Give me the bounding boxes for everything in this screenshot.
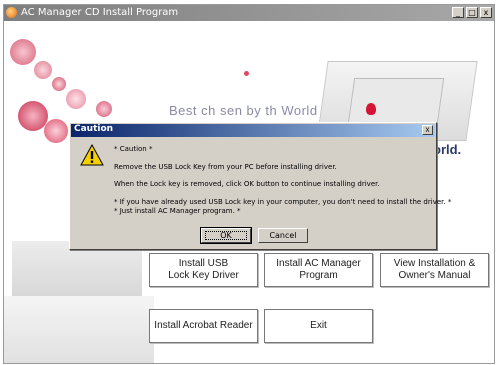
cancel-button[interactable]: Cancel [258, 228, 308, 243]
tagline: Best ch sen by th World [169, 103, 318, 118]
blossom-decoration [10, 39, 36, 65]
dialog-message-just-install: * Just install AC Manager program. * [114, 207, 241, 215]
blossom-decoration [96, 101, 112, 117]
blossom-decoration [34, 61, 52, 79]
dialog-message-note: * If you have already used USB Lock key … [114, 198, 452, 206]
floor-image [4, 296, 154, 363]
dialog-title: Caution [74, 124, 114, 134]
maximize-button[interactable]: □ [466, 7, 478, 18]
blossom-decoration [52, 77, 66, 91]
install-ac-manager-button[interactable]: Install AC Manager Program [264, 253, 373, 287]
caution-dialog: Caution x * Caution * Remove the USB Loc… [69, 122, 451, 250]
install-usb-driver-button[interactable]: Install USB Lock Key Driver [149, 253, 258, 287]
blossom-decoration [18, 101, 48, 131]
window-title: AC Manager CD Install Program [21, 7, 179, 18]
blossom-decoration [244, 71, 249, 76]
warning-icon [80, 144, 104, 166]
window-titlebar[interactable]: AC Manager CD Install Program _ □ x [4, 5, 494, 21]
dialog-close-button[interactable]: x [422, 125, 433, 135]
focus-indicator [205, 231, 247, 240]
close-button[interactable]: x [480, 7, 492, 18]
minimize-button[interactable]: _ [452, 7, 464, 18]
blossom-decoration [66, 89, 86, 109]
dialog-message-continue: When the Lock key is removed, click OK b… [114, 180, 380, 188]
view-manual-button[interactable]: View Installation & Owner's Manual [380, 253, 489, 287]
heart-logo [366, 103, 376, 115]
dialog-caution-heading: * Caution * [114, 145, 153, 153]
window-controls: _ □ x [452, 7, 492, 18]
install-acrobat-button[interactable]: Install Acrobat Reader [149, 309, 258, 343]
ok-button[interactable]: OK [200, 227, 252, 244]
dialog-message-remove: Remove the USB Lock Key from your PC bef… [114, 163, 337, 171]
exit-button[interactable]: Exit [264, 309, 373, 343]
world-text: orld. [433, 142, 462, 157]
blossom-decoration [44, 119, 68, 143]
ac-manager-icon [6, 7, 17, 18]
dialog-titlebar[interactable]: Caution x [71, 124, 435, 137]
